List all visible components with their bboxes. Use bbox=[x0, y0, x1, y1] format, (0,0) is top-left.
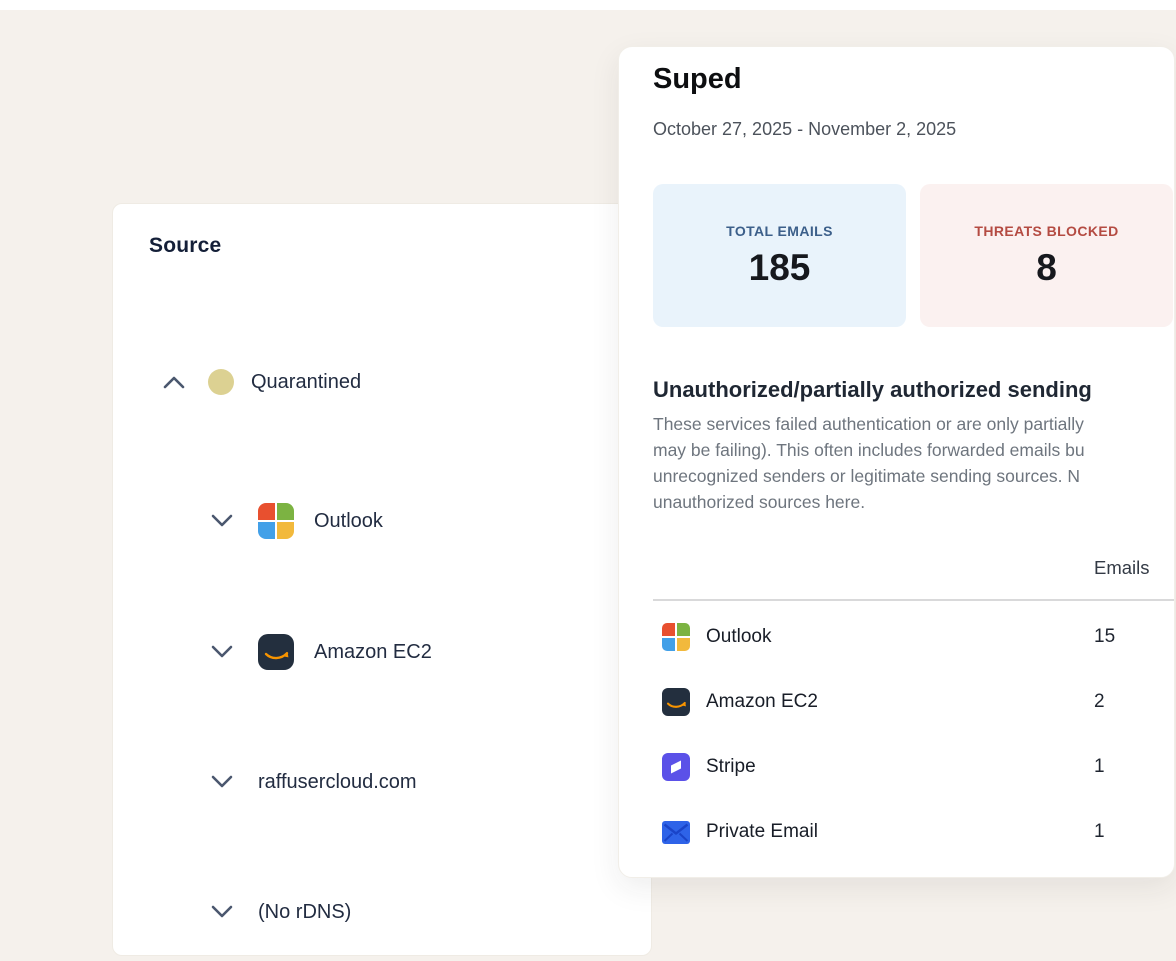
section-description: These services failed authentication or … bbox=[653, 411, 1085, 515]
source-email-count: 1 bbox=[1094, 821, 1105, 843]
amazon-icon bbox=[662, 688, 690, 716]
microsoft-icon bbox=[662, 623, 690, 651]
source-name: Amazon EC2 bbox=[706, 691, 818, 713]
chevron-down-icon[interactable] bbox=[210, 775, 234, 789]
stats-row: TOTAL EMAILS 185 THREATS BLOCKED 8 bbox=[653, 184, 1173, 327]
source-name: Private Email bbox=[706, 821, 818, 843]
chevron-down-icon[interactable] bbox=[210, 645, 234, 659]
source-name: Stripe bbox=[706, 756, 756, 778]
private-email-icon bbox=[662, 818, 690, 846]
source-email-count: 1 bbox=[1094, 756, 1105, 778]
source-email-count: 15 bbox=[1094, 626, 1115, 648]
report-date-range: October 27, 2025 - November 2, 2025 bbox=[653, 119, 956, 140]
tree-row-amazon-ec2[interactable]: Amazon EC2 bbox=[210, 633, 432, 671]
table-row: Private Email 1 bbox=[653, 812, 1174, 852]
description-line: unauthorized sources here. bbox=[653, 489, 1085, 515]
quarantined-status-dot bbox=[208, 369, 234, 395]
description-line: unrecognized senders or legitimate sendi… bbox=[653, 463, 1085, 489]
source-panel-title: Source bbox=[149, 234, 221, 258]
tree-label[interactable]: (No rDNS) bbox=[258, 901, 351, 924]
section-heading: Unauthorized/partially authorized sendin… bbox=[653, 377, 1092, 403]
tree-label[interactable]: Outlook bbox=[314, 510, 383, 533]
stripe-icon bbox=[662, 753, 690, 781]
emails-column-header: Emails bbox=[1094, 557, 1150, 579]
table-row: Stripe 1 bbox=[653, 747, 1174, 787]
source-panel: Source Quarantined Outlook Amazon EC2 bbox=[112, 203, 652, 956]
report-title: Suped bbox=[653, 63, 742, 96]
stat-value: 185 bbox=[749, 247, 811, 289]
suped-report-card: Suped October 27, 2025 - November 2, 202… bbox=[618, 46, 1175, 878]
chevron-down-icon[interactable] bbox=[210, 905, 234, 919]
stat-card-total-emails: TOTAL EMAILS 185 bbox=[653, 184, 906, 327]
table-row: Outlook 15 bbox=[653, 617, 1174, 657]
table-row: Amazon EC2 2 bbox=[653, 682, 1174, 722]
stat-card-threats-blocked: THREATS BLOCKED 8 bbox=[920, 184, 1173, 327]
source-name: Outlook bbox=[706, 626, 771, 648]
stat-label: TOTAL EMAILS bbox=[726, 223, 833, 239]
table-divider bbox=[653, 599, 1174, 601]
stat-label: THREATS BLOCKED bbox=[974, 223, 1118, 239]
top-white-strip bbox=[0, 0, 1176, 10]
chevron-down-icon[interactable] bbox=[210, 514, 234, 528]
tree-row-outlook[interactable]: Outlook bbox=[210, 502, 383, 540]
tree-label[interactable]: raffusercloud.com bbox=[258, 771, 417, 794]
source-email-count: 2 bbox=[1094, 691, 1105, 713]
description-line: may be failing). This often includes for… bbox=[653, 437, 1085, 463]
amazon-icon bbox=[258, 634, 294, 670]
tree-row-raffusercloud[interactable]: raffusercloud.com bbox=[210, 763, 417, 801]
tree-label[interactable]: Quarantined bbox=[251, 371, 361, 394]
microsoft-icon bbox=[258, 503, 294, 539]
chevron-up-icon[interactable] bbox=[162, 375, 186, 389]
description-line: These services failed authentication or … bbox=[653, 411, 1085, 437]
tree-row-quarantined[interactable]: Quarantined bbox=[162, 363, 361, 401]
tree-label[interactable]: Amazon EC2 bbox=[314, 641, 432, 664]
tree-row-no-rdns[interactable]: (No rDNS) bbox=[210, 893, 351, 931]
stat-value: 8 bbox=[1036, 247, 1057, 289]
